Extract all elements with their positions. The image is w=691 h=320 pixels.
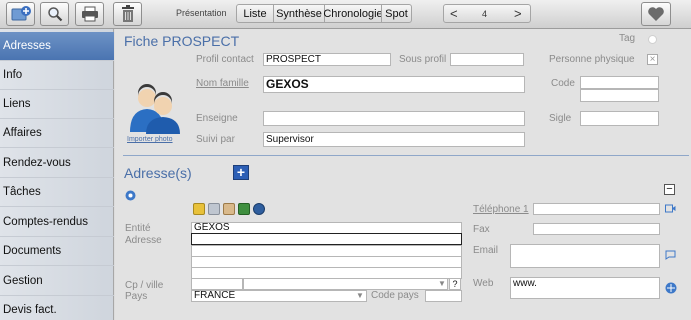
telephone-input[interactable] — [533, 203, 660, 215]
sidebar-item-adresses[interactable]: Adresses — [0, 32, 114, 61]
printer-icon — [81, 6, 98, 22]
add-record-icon — [11, 6, 31, 21]
collapse-button[interactable]: − — [664, 184, 675, 195]
sidebar-item-devis-fact[interactable]: Devis fact. — [0, 296, 114, 320]
sigle-label: Sigle — [549, 113, 572, 124]
search-button[interactable] — [40, 2, 69, 26]
sous-profil-label: Sous profil — [399, 54, 447, 65]
favorite-heart-icon — [648, 7, 664, 21]
region-icon[interactable] — [238, 203, 250, 215]
sidebar-item-gestion[interactable]: Gestion — [0, 267, 114, 296]
next-record-button[interactable]: > — [514, 6, 522, 21]
previous-record-button[interactable]: < — [450, 6, 458, 21]
email-input[interactable] — [510, 244, 660, 268]
download-icon[interactable] — [193, 203, 205, 215]
sigle-input[interactable] — [580, 111, 659, 126]
contact-avatar-icon[interactable] — [128, 84, 182, 134]
presentation-label: Présentation — [176, 8, 227, 18]
profil-contact-label: Profil contact — [196, 54, 254, 65]
view-synthese-tab[interactable]: Synthèse — [273, 4, 325, 23]
add-record-button[interactable] — [6, 2, 35, 26]
ville-select[interactable] — [243, 278, 448, 290]
favorite-button[interactable] — [641, 2, 671, 26]
web-input[interactable]: www. — [510, 277, 660, 299]
open-website-icon[interactable] — [665, 282, 677, 294]
pays-select[interactable]: FRANCE — [191, 290, 367, 302]
sidebar-item-taches[interactable]: Tâches — [0, 178, 114, 207]
section-divider — [123, 155, 689, 156]
video-call-icon[interactable] — [665, 204, 676, 213]
send-email-icon[interactable] — [665, 250, 676, 260]
toolbar: Présentation Liste Synthèse Chronologie … — [0, 0, 691, 29]
nom-famille-label[interactable]: Nom famille — [196, 78, 249, 89]
profil-contact-input[interactable]: PROSPECT — [263, 53, 391, 66]
code-postal-input[interactable] — [191, 278, 243, 290]
personne-physique-checkbox[interactable]: × — [647, 54, 658, 65]
personne-physique-label: Personne physique — [549, 54, 635, 65]
email-label: Email — [473, 245, 499, 256]
adresse-line-1-input[interactable] — [191, 233, 462, 245]
suivi-par-input[interactable]: Supervisor — [263, 132, 525, 147]
tag-label: Tag — [619, 33, 636, 44]
import-icon[interactable] — [208, 203, 220, 215]
sidebar-item-affaires[interactable]: Affaires — [0, 119, 114, 148]
telephone-label[interactable]: Téléphone 1 — [473, 204, 529, 215]
record-navigator: < 4 > — [443, 4, 531, 23]
code-pays-input[interactable] — [425, 290, 462, 302]
nom-famille-input[interactable]: GEXOS — [263, 76, 525, 93]
trash-icon — [121, 5, 134, 22]
enseigne-input[interactable] — [263, 111, 525, 126]
pays-label: Pays — [125, 291, 148, 302]
print-button[interactable] — [75, 2, 104, 26]
fax-input[interactable] — [533, 223, 660, 235]
web-label: Web — [473, 278, 494, 289]
code-label: Code — [551, 78, 575, 89]
sidebar-item-documents[interactable]: Documents — [0, 237, 114, 266]
delete-button[interactable] — [113, 2, 142, 26]
enseigne-label: Enseigne — [196, 113, 238, 124]
code-input[interactable] — [580, 76, 659, 89]
adresses-section-title: Adresse(s) — [124, 165, 192, 181]
help-button[interactable]: ? — [449, 278, 461, 290]
page-title: Fiche PROSPECT — [124, 33, 240, 49]
pays-dropdown-chevron-icon[interactable]: ▼ — [356, 291, 364, 300]
ville-dropdown-chevron-icon[interactable]: ▼ — [438, 279, 446, 288]
view-spot-tab[interactable]: Spot — [381, 4, 412, 23]
search-icon — [47, 7, 62, 22]
sous-profil-input[interactable] — [450, 53, 524, 66]
globe-icon[interactable] — [253, 203, 265, 215]
code-pays-label: Code pays — [371, 290, 419, 301]
code-input-2[interactable] — [580, 89, 659, 102]
sidebar-item-rendez-vous[interactable]: Rendez-vous — [0, 149, 114, 178]
view-chronologie-tab[interactable]: Chronologie — [323, 4, 383, 23]
import-photo-link[interactable]: Importer photo — [127, 136, 173, 143]
cp-ville-label: Cp / ville — [125, 280, 164, 291]
view-liste-tab[interactable]: Liste — [236, 4, 274, 23]
entite-label: Entité — [125, 223, 151, 234]
main-content: Fiche PROSPECT Tag Importer photo Profil… — [115, 29, 691, 320]
adresse-label: Adresse — [125, 235, 162, 246]
sidebar: Adresses Info Liens Affaires Rendez-vous… — [0, 29, 114, 320]
add-address-button[interactable]: + — [233, 165, 249, 180]
map-icon[interactable] — [223, 203, 235, 215]
record-number: 4 — [482, 9, 488, 19]
sidebar-item-liens[interactable]: Liens — [0, 90, 114, 119]
sidebar-item-info[interactable]: Info — [0, 61, 114, 90]
suivi-par-label: Suivi par — [196, 134, 235, 145]
sidebar-item-comptes-rendus[interactable]: Comptes-rendus — [0, 208, 114, 237]
locate-icon[interactable] — [125, 190, 136, 201]
fax-label: Fax — [473, 224, 490, 235]
tag-radio[interactable] — [648, 35, 657, 44]
